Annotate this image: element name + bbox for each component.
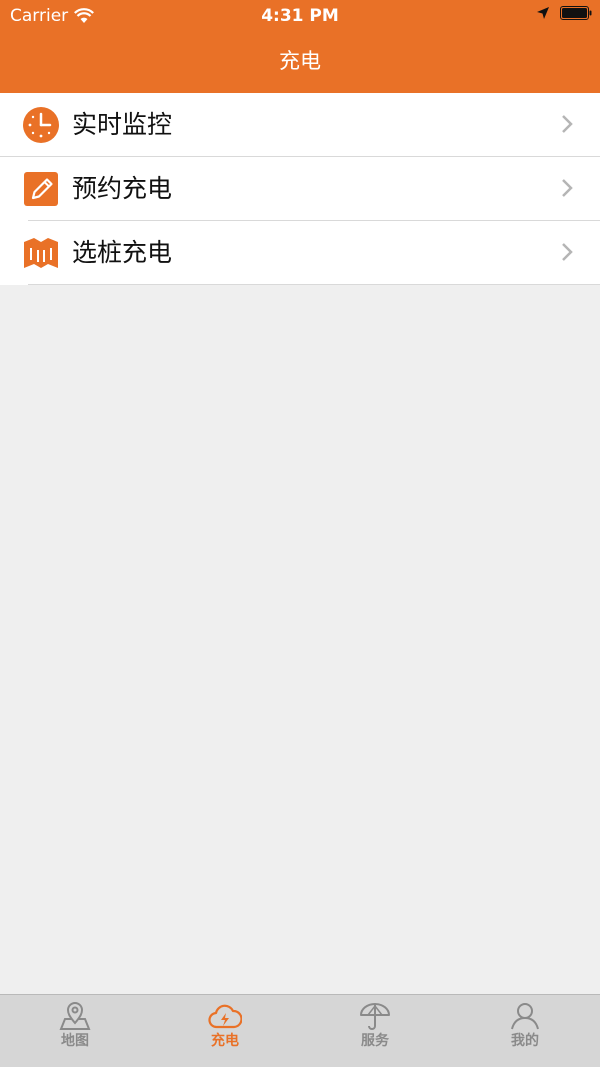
menu-item-label: 选桩充电 xyxy=(72,237,173,267)
menu-item-realtime-monitor[interactable]: 实时监控 xyxy=(0,93,600,157)
menu-item-label: 预约充电 xyxy=(72,173,173,203)
tab-label: 服务 xyxy=(361,1033,389,1049)
tab-service[interactable]: 服务 xyxy=(300,995,450,1067)
location-arrow-icon xyxy=(537,7,549,19)
chevron-right-icon xyxy=(562,115,573,133)
tab-label: 充电 xyxy=(211,1033,239,1049)
battery-icon xyxy=(560,6,592,20)
menu-item-label: 实时监控 xyxy=(72,109,173,139)
tab-map[interactable]: 地图 xyxy=(0,995,150,1067)
chevron-right-icon xyxy=(562,243,573,261)
page-title: 充电 xyxy=(279,49,321,73)
umbrella-icon xyxy=(360,1003,390,1030)
menu-item-reserve-charging[interactable]: 预约充电 xyxy=(24,157,600,221)
charging-cloud-icon xyxy=(208,1004,242,1029)
tab-mine[interactable]: 我的 xyxy=(450,995,600,1067)
tab-charging[interactable]: 充电 xyxy=(150,995,300,1067)
tab-label: 我的 xyxy=(511,1033,539,1049)
clock-icon xyxy=(23,106,59,143)
edit-icon xyxy=(24,171,58,206)
status-time: 4:31 PM xyxy=(261,6,339,26)
menu-list: 实时监控 预约充电 选桩充电 xyxy=(0,93,600,285)
menu-item-select-pile[interactable]: 选桩充电 xyxy=(24,221,600,285)
chevron-right-icon xyxy=(562,179,573,197)
map-icon xyxy=(24,237,58,268)
tab-label: 地图 xyxy=(61,1033,89,1049)
user-icon xyxy=(511,1003,539,1030)
map-pin-icon xyxy=(59,1002,91,1030)
tab-bar: 地图 充电 服务 我的 xyxy=(0,994,600,1067)
navigation-header: Carrier 4:31 PM 充电 xyxy=(0,0,600,93)
status-right xyxy=(536,6,592,20)
status-bar: Carrier 4:31 PM xyxy=(0,0,600,32)
